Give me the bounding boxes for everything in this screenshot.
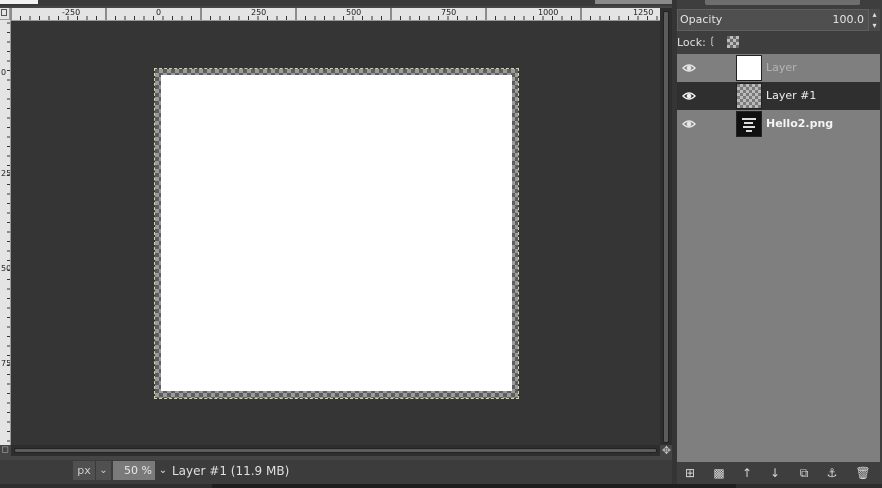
opacity-spin-icon[interactable]: ▴ ▾ bbox=[869, 9, 880, 31]
layer-thumbnail[interactable] bbox=[736, 83, 762, 109]
dock-scrollbar[interactable] bbox=[705, 0, 860, 5]
new-layer-icon[interactable]: ⊞ bbox=[682, 465, 698, 481]
horizontal-ruler-ticks bbox=[10, 8, 658, 20]
thumbnail-content bbox=[742, 118, 756, 132]
eye-icon[interactable] bbox=[682, 89, 696, 103]
layer-name[interactable]: Layer bbox=[766, 54, 797, 82]
zoom-field[interactable]: 50 % bbox=[113, 461, 155, 480]
duplicate-layer-icon[interactable]: ⧉ bbox=[796, 465, 812, 481]
tab-indicator-right bbox=[595, 0, 675, 4]
status-bar: px ⌄ 50 % ⌄ Layer #1 (11.9 MB) bbox=[0, 460, 672, 484]
ruler-corner-menu-button[interactable] bbox=[0, 8, 10, 20]
bottom-strip bbox=[0, 484, 882, 488]
chevron-down-icon[interactable]: ⌄ bbox=[95, 461, 111, 480]
horizontal-scrollbar[interactable] bbox=[11, 445, 660, 456]
scrollbar-thumb[interactable] bbox=[663, 11, 669, 443]
vertical-ruler[interactable]: 0 250 500 750 bbox=[0, 20, 11, 445]
eye-icon[interactable] bbox=[682, 117, 696, 131]
ruler-label: 0 bbox=[156, 8, 162, 17]
opacity-label: Opacity bbox=[680, 13, 723, 26]
taskbar-strip bbox=[212, 484, 736, 488]
ruler-label: 0 bbox=[1, 68, 7, 77]
lock-pixels-icon[interactable]: ❲ bbox=[708, 36, 720, 48]
new-group-icon[interactable]: ▩ bbox=[711, 465, 727, 481]
raise-layer-icon[interactable]: ↑ bbox=[739, 465, 755, 481]
horizontal-ruler[interactable]: -250 0 250 500 750 1000 1250 bbox=[10, 8, 660, 21]
vertical-ruler-ticks bbox=[7, 22, 10, 442]
lock-label: Lock: bbox=[677, 36, 706, 49]
layer-row[interactable]: Layer bbox=[677, 54, 880, 82]
layer-name[interactable]: Hello2.png bbox=[766, 110, 833, 138]
menu-icon bbox=[1, 9, 7, 16]
ruler-label: 1250 bbox=[633, 8, 654, 17]
image-window: -250 0 250 500 750 1000 1250 0 250 500 7… bbox=[0, 0, 675, 460]
layer-thumbnail[interactable] bbox=[736, 111, 762, 137]
opacity-value[interactable]: 100.0 bbox=[833, 10, 865, 30]
status-message: Layer #1 (11.9 MB) bbox=[172, 464, 290, 478]
title-strip bbox=[0, 0, 675, 6]
layer-name[interactable]: Layer #1 bbox=[766, 82, 816, 110]
chevron-down-icon[interactable]: ⌄ bbox=[156, 461, 170, 480]
quick-mask-icon[interactable]: ◻ bbox=[0, 445, 10, 456]
eye-icon[interactable] bbox=[682, 61, 696, 75]
layer-row-selected[interactable]: Layer #1 bbox=[677, 82, 880, 110]
navigate-icon[interactable]: ✥ bbox=[661, 445, 672, 456]
lower-layer-icon[interactable]: ↓ bbox=[767, 465, 783, 481]
layers-button-bar: ⊞ ▩ ↑ ↓ ⧉ ⚓ 🗑 bbox=[677, 462, 880, 484]
layers-list[interactable]: Layer Layer #1 Hello2.png bbox=[677, 54, 880, 462]
layer-thumbnail[interactable] bbox=[736, 55, 762, 81]
opacity-field[interactable]: Opacity 100.0 bbox=[677, 9, 869, 31]
vertical-scrollbar[interactable] bbox=[660, 8, 672, 445]
ruler-label: 250 bbox=[251, 8, 267, 17]
ruler-label: 750 bbox=[441, 8, 457, 17]
tab-indicator[interactable] bbox=[0, 0, 38, 4]
scrollbar-thumb[interactable] bbox=[14, 448, 657, 453]
ruler-label: 500 bbox=[1, 264, 11, 273]
ruler-label: 250 bbox=[1, 169, 11, 178]
layer-row[interactable]: Hello2.png bbox=[677, 110, 880, 138]
ruler-label: 500 bbox=[346, 8, 362, 17]
lock-row: Lock: ❲ bbox=[677, 34, 877, 52]
ruler-label: -250 bbox=[62, 8, 81, 17]
unit-selector[interactable]: px bbox=[73, 461, 95, 480]
anchor-layer-icon[interactable]: ⚓ bbox=[824, 465, 840, 481]
image-canvas[interactable] bbox=[161, 75, 512, 391]
ruler-label: 1000 bbox=[538, 8, 559, 17]
delete-layer-icon[interactable]: 🗑 bbox=[855, 465, 871, 481]
ruler-label: 750 bbox=[1, 359, 11, 368]
lock-alpha-icon[interactable] bbox=[727, 36, 739, 48]
